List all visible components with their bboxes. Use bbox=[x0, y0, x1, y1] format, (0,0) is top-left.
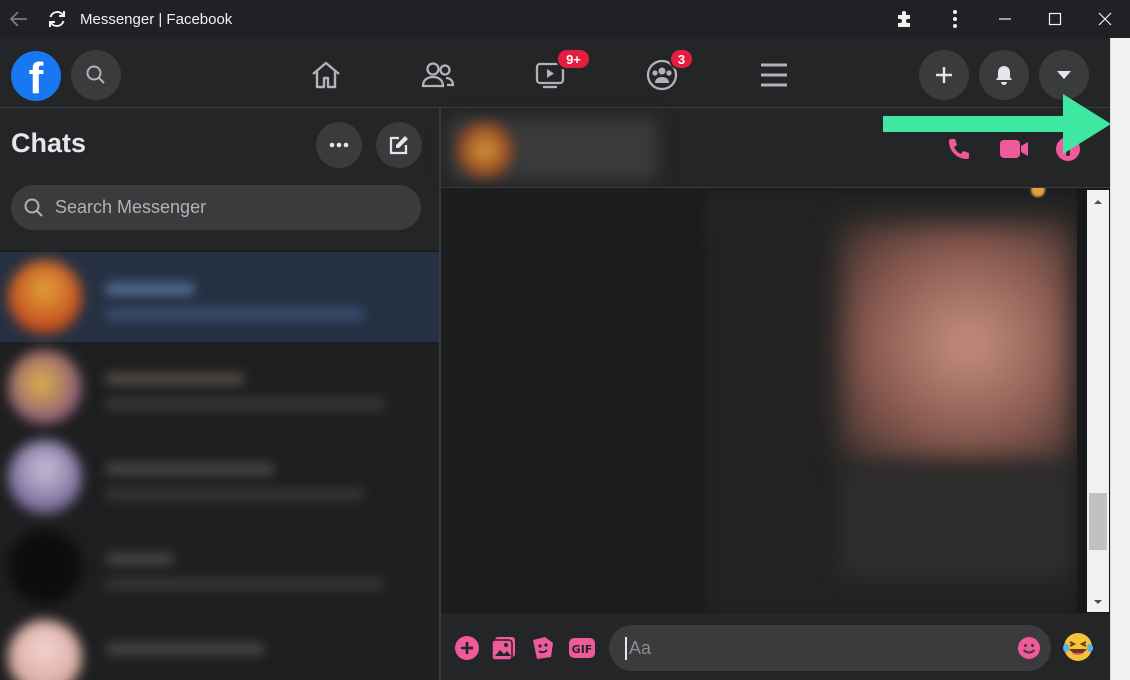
emoji-icon bbox=[1018, 637, 1040, 659]
attach-photo-button[interactable] bbox=[490, 634, 518, 662]
chat-avatar bbox=[8, 350, 82, 424]
chat-avatar bbox=[8, 440, 82, 514]
chats-sidebar: Chats bbox=[0, 108, 441, 680]
quick-reaction-button[interactable] bbox=[1062, 631, 1094, 663]
extension-puzzle-icon[interactable] bbox=[880, 0, 930, 38]
chat-name-placeholder bbox=[105, 552, 175, 566]
more-actions-button[interactable] bbox=[453, 634, 481, 662]
search-messenger-box[interactable] bbox=[11, 185, 421, 230]
home-icon bbox=[312, 61, 340, 89]
groups-notification-badge: 3 bbox=[669, 48, 694, 70]
message-input[interactable] bbox=[625, 636, 1011, 660]
chats-title: Chats bbox=[11, 128, 87, 158]
nav-home[interactable] bbox=[304, 55, 348, 95]
facebook-logo-letter: f bbox=[28, 54, 44, 103]
image-icon bbox=[491, 637, 515, 661]
window-title: Messenger | Facebook bbox=[80, 10, 233, 28]
chat-name-placeholder bbox=[105, 462, 275, 476]
message-thread[interactable] bbox=[441, 188, 1077, 613]
search-button[interactable] bbox=[71, 50, 121, 100]
chat-name-placeholder bbox=[105, 372, 245, 386]
chat-preview-placeholder bbox=[105, 307, 365, 321]
message-composer: GIF bbox=[441, 613, 1110, 680]
plus-icon bbox=[455, 636, 479, 660]
chat-preview-placeholder bbox=[105, 487, 365, 501]
maximize-icon[interactable] bbox=[1030, 0, 1080, 38]
watch-notification-badge: 9+ bbox=[556, 48, 591, 70]
gif-icon: GIF bbox=[569, 638, 595, 658]
menu-icon bbox=[761, 63, 787, 87]
contact-avatar bbox=[457, 122, 513, 178]
chat-name-placeholder bbox=[105, 282, 195, 296]
chat-avatar bbox=[8, 260, 82, 334]
more-vertical-icon[interactable] bbox=[930, 0, 980, 38]
nav-menu[interactable] bbox=[752, 55, 796, 95]
scroll-up-icon bbox=[1094, 200, 1102, 204]
sticker-icon bbox=[533, 637, 553, 659]
chat-name-placeholder bbox=[105, 642, 265, 656]
search-messenger-input[interactable] bbox=[53, 196, 397, 219]
reload-icon[interactable] bbox=[38, 0, 76, 38]
chat-list-item[interactable] bbox=[0, 522, 439, 612]
laughing-emoji-icon bbox=[1063, 633, 1093, 661]
close-icon[interactable] bbox=[1080, 0, 1130, 38]
nav-friends[interactable] bbox=[416, 55, 460, 95]
scroll-thumb[interactable] bbox=[1089, 493, 1107, 550]
conversation-panel: GIF bbox=[441, 108, 1110, 680]
sticker-button[interactable] bbox=[529, 634, 557, 662]
chat-list-item[interactable] bbox=[0, 342, 439, 432]
search-icon bbox=[24, 198, 43, 217]
svg-text:GIF: GIF bbox=[572, 643, 593, 656]
compose-icon bbox=[389, 136, 408, 155]
chat-list-item[interactable] bbox=[0, 252, 439, 342]
annotation-arrow bbox=[883, 94, 1111, 154]
more-horizontal-icon bbox=[329, 142, 349, 148]
chat-list-item[interactable] bbox=[0, 612, 439, 680]
message-input-box[interactable] bbox=[609, 625, 1051, 671]
scroll-down-icon bbox=[1094, 600, 1102, 604]
blurred-photo-caption bbox=[841, 468, 1071, 578]
emoji-button[interactable] bbox=[1017, 636, 1041, 665]
bell-icon bbox=[996, 66, 1012, 85]
chat-avatar bbox=[8, 620, 82, 680]
chat-preview-placeholder bbox=[105, 577, 385, 591]
caret-down-icon bbox=[1057, 71, 1071, 79]
chat-preview-placeholder bbox=[105, 397, 385, 411]
facebook-logo[interactable]: f bbox=[11, 51, 61, 101]
window-titlebar: Messenger | Facebook bbox=[0, 0, 1130, 38]
new-message-button[interactable] bbox=[376, 122, 422, 168]
page-scrollbar[interactable] bbox=[1110, 38, 1130, 680]
gif-button[interactable]: GIF bbox=[568, 634, 596, 662]
chat-list bbox=[0, 250, 439, 680]
search-icon bbox=[86, 65, 105, 84]
minimize-icon[interactable] bbox=[980, 0, 1030, 38]
chat-list-item[interactable] bbox=[0, 432, 439, 522]
plus-icon bbox=[936, 67, 952, 83]
friends-icon bbox=[421, 62, 455, 88]
blurred-photo bbox=[841, 223, 1071, 463]
back-arrow-icon[interactable] bbox=[0, 0, 38, 38]
message-thread-scrollbar[interactable] bbox=[1087, 190, 1109, 612]
chat-avatar bbox=[8, 530, 82, 604]
chat-options-button[interactable] bbox=[316, 122, 362, 168]
